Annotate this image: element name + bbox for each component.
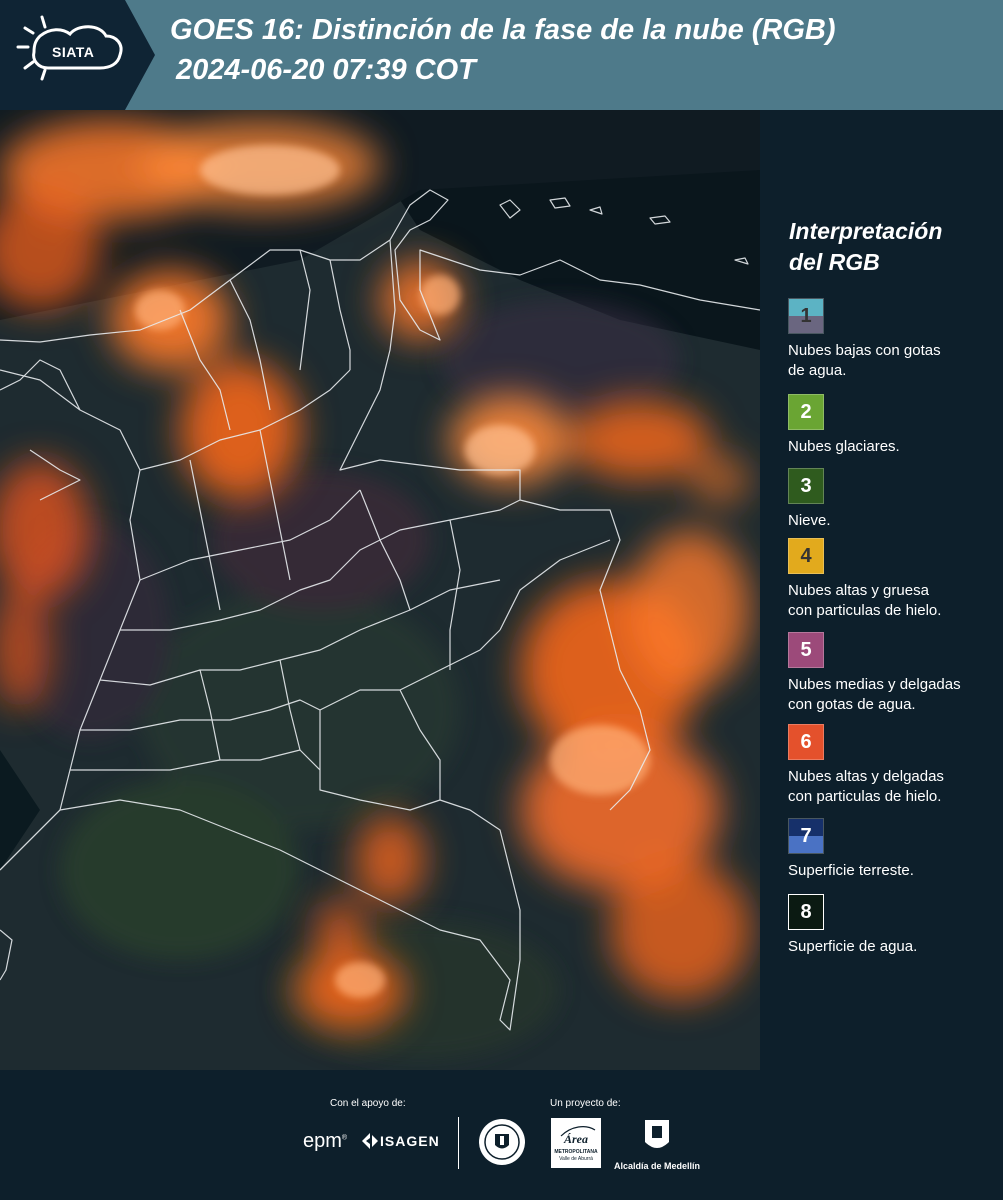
legend-swatch-1: 1 [788, 298, 824, 334]
legend-swatch-6: 6 [788, 724, 824, 760]
legend-label-2: Nubes glaciares. [788, 437, 1000, 457]
legend-label-6-line2: con particulas de hielo. [788, 788, 942, 805]
legend-item-8: 8 Superficie de agua. [788, 894, 1000, 957]
alcaldia-logo-text: Alcaldía de Medellín [613, 1161, 701, 1171]
legend-label-7-line1: Superficie terreste. [788, 862, 914, 879]
header: SIATA GOES 16: Distinción de la fase de … [0, 0, 1003, 110]
legend-label-8-line1: Superficie de agua. [788, 938, 918, 955]
footer-divider [458, 1117, 459, 1169]
legend-number-5: 5 [800, 638, 812, 661]
legend-title-line1: Interpretación [789, 218, 943, 244]
legend-number-7: 7 [800, 824, 812, 847]
legend-label-3-line1: Nieve. [788, 512, 831, 529]
alcaldia-logo[interactable]: Alcaldía de Medellín [612, 1118, 702, 1171]
legend-number-3: 3 [800, 474, 812, 497]
area-logo-sub2: Valle de Aburrá [559, 1156, 593, 1162]
satellite-map[interactable] [0, 110, 760, 1070]
legend-swatch-4: 4 [788, 538, 824, 574]
legend-label-1-line2: de agua. [788, 362, 847, 379]
satellite-image [0, 110, 760, 1070]
legend-item-7: 7 Superficie terreste. [788, 818, 1000, 881]
support-caption: Con el apoyo de: [330, 1098, 406, 1109]
legend-panel: Interpretación del RGB 1 Nubes bajas con… [760, 110, 1003, 1070]
legend-item-2: 2 Nubes glaciares. [788, 394, 1000, 457]
legend-item-6: 6 Nubes altas y delgadas con particulas … [788, 724, 1000, 807]
legend-label-6-line1: Nubes altas y delgadas [788, 768, 944, 785]
seal-icon [479, 1119, 525, 1165]
legend-label-4-line1: Nubes altas y gruesa [788, 582, 929, 599]
seal-logo[interactable] [478, 1118, 526, 1171]
legend-item-4: 4 Nubes altas y gruesa con particulas de… [788, 538, 1000, 621]
legend-label-5-line1: Nubes medias y delgadas [788, 676, 961, 693]
legend-label-4-line2: con particulas de hielo. [788, 602, 942, 619]
epm-logo[interactable]: epm® [303, 1130, 347, 1153]
footer: Con el apoyo de: Un proyecto de: epm® IS… [0, 1070, 1003, 1200]
isagen-mark-icon [362, 1133, 378, 1149]
alcaldia-shield-icon [645, 1120, 669, 1148]
legend-item-5: 5 Nubes medias y delgadas con gotas de a… [788, 632, 1000, 715]
area-logo-text: Área [564, 1132, 588, 1146]
legend-number-6: 6 [800, 730, 812, 753]
legend-item-3: 3 Nieve. [788, 468, 1000, 531]
legend-number-2: 2 [800, 400, 812, 423]
legend-swatch-2: 2 [788, 394, 824, 430]
legend-label-5: Nubes medias y delgadas con gotas de agu… [788, 675, 1000, 715]
legend-label-7: Superficie terreste. [788, 861, 1000, 881]
legend-item-1: 1 Nubes bajas con gotas de agua. [788, 298, 1000, 381]
legend-label-4: Nubes altas y gruesa con particulas de h… [788, 581, 1000, 621]
legend-label-1: Nubes bajas con gotas de agua. [788, 341, 1000, 381]
legend-title-line2: del RGB [789, 249, 880, 275]
area-metropolitana-logo[interactable]: Área METROPOLITANA Valle de Aburrá [551, 1118, 601, 1168]
legend-swatch-7: 7 [788, 818, 824, 854]
legend-number-4: 4 [800, 544, 812, 567]
legend-number-8: 8 [800, 900, 812, 923]
registered-mark: ® [341, 1134, 348, 1142]
epm-logo-text: epm [303, 1130, 342, 1152]
legend-label-3: Nieve. [788, 511, 1000, 531]
legend-title: Interpretación del RGB [789, 216, 989, 278]
isagen-logo[interactable]: ISAGEN [360, 1132, 440, 1150]
isagen-logo-text: ISAGEN [380, 1133, 440, 1149]
page-timestamp: 2024-06-20 07:39 COT [176, 54, 476, 86]
area-logo-sub1: METROPOLITANA [554, 1149, 598, 1155]
legend-label-6: Nubes altas y delgadas con particulas de… [788, 767, 1000, 807]
legend-swatch-5: 5 [788, 632, 824, 668]
legend-label-5-line2: con gotas de agua. [788, 696, 916, 713]
page-title: GOES 16: Distinción de la fase de la nub… [170, 14, 836, 46]
legend-label-8: Superficie de agua. [788, 937, 1000, 957]
siata-logo[interactable]: SIATA [0, 0, 155, 110]
legend-number-1: 1 [800, 304, 812, 327]
legend-label-2-line1: Nubes glaciares. [788, 438, 900, 455]
legend-label-1-line1: Nubes bajas con gotas [788, 342, 941, 359]
project-caption: Un proyecto de: [550, 1098, 621, 1109]
legend-swatch-8: 8 [788, 894, 824, 930]
siata-logo-text: SIATA [52, 44, 95, 60]
legend-swatch-3: 3 [788, 468, 824, 504]
